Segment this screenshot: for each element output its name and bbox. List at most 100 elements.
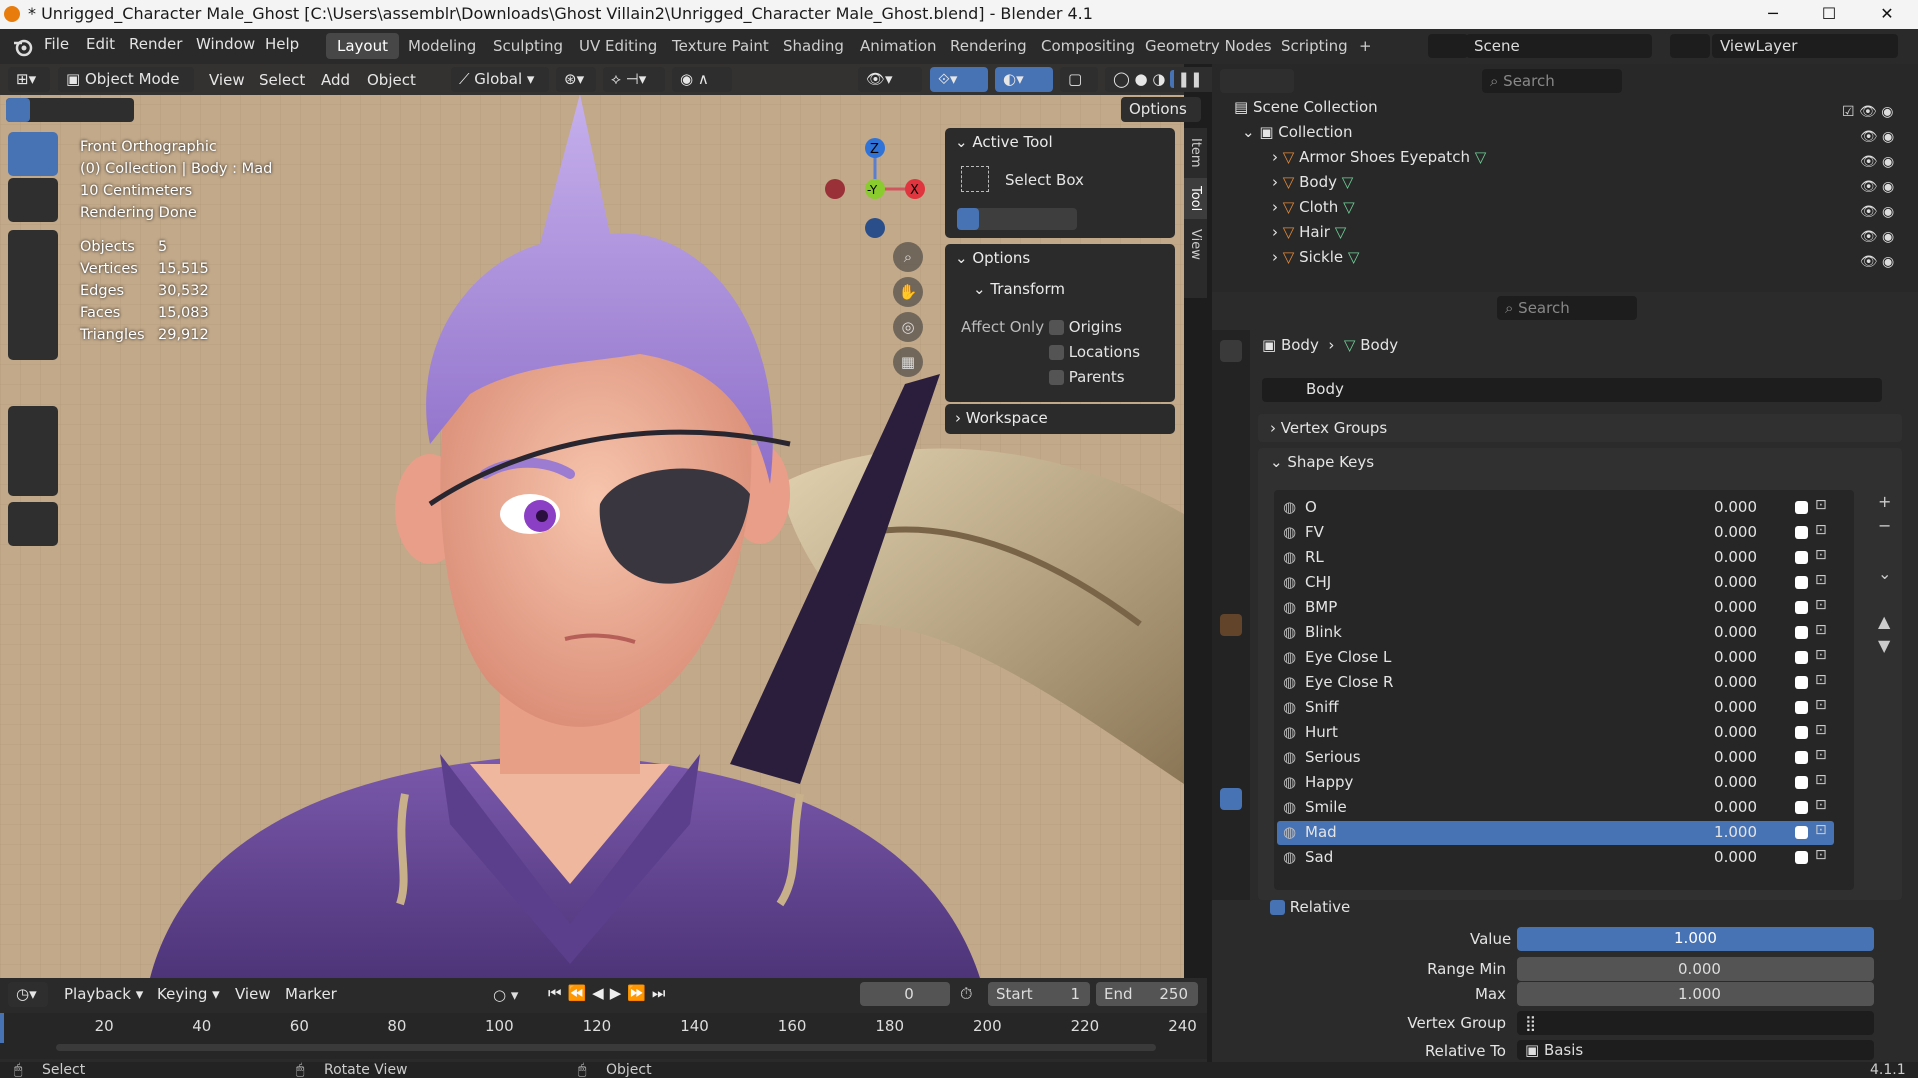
pause-render-button[interactable]: ❚❚ xyxy=(1174,67,1206,92)
view-layer-icon[interactable] xyxy=(1670,34,1710,58)
lock-icon[interactable]: ⊡ xyxy=(1815,522,1827,538)
shape-key-mute-checkbox[interactable] xyxy=(1795,851,1808,864)
lock-icon[interactable]: ⊡ xyxy=(1815,847,1827,863)
outliner-item-cloth[interactable]: › ▽ Cloth ▽ xyxy=(1272,198,1355,216)
shape-key-value[interactable]: 0.000 xyxy=(1697,848,1757,866)
playhead[interactable] xyxy=(0,1013,4,1043)
mesh-data-tab-icon[interactable] xyxy=(1220,788,1242,810)
shape-key-value[interactable]: 1.000 xyxy=(1697,823,1757,841)
collection-tab-icon[interactable] xyxy=(1220,570,1242,592)
relative-to-field[interactable]: ▣ Basis xyxy=(1517,1040,1874,1060)
shape-key-value[interactable]: 0.000 xyxy=(1697,673,1757,691)
parents-checkbox[interactable]: Parents xyxy=(1049,368,1125,386)
tool-mode-buttons[interactable] xyxy=(957,208,1077,230)
particles-tab-icon[interactable] xyxy=(1220,684,1242,706)
tool-tab-icon[interactable] xyxy=(1220,340,1242,362)
texture-tab-icon[interactable] xyxy=(1220,858,1242,880)
scene-field[interactable]: Scene xyxy=(1466,34,1652,58)
shape-key-value[interactable]: 0.000 xyxy=(1697,773,1757,791)
menu-add[interactable]: Add xyxy=(321,71,350,89)
lock-icon[interactable]: ⊡ xyxy=(1815,772,1827,788)
visibility-toggles[interactable]: ☑ 👁 ◉ 👁 ◉ 👁 ◉ 👁 ◉ 👁 ◉ 👁 ◉ 👁 ◉ xyxy=(1842,100,1894,275)
menu-timeline-view[interactable]: View xyxy=(235,985,271,1003)
camera-view-icon[interactable]: ◎ xyxy=(893,312,923,342)
playback-controls[interactable]: ⏮⏪◀▶⏩⏭ xyxy=(548,984,671,1002)
tab-compositing[interactable]: Compositing xyxy=(1030,33,1146,59)
max-field[interactable]: 1.000 xyxy=(1517,982,1874,1006)
options-dropdown[interactable]: Options ▾ xyxy=(1121,97,1201,143)
tab-scripting[interactable]: Scripting xyxy=(1270,33,1359,59)
menu-help[interactable]: Help xyxy=(265,35,299,53)
outliner-display-mode[interactable] xyxy=(1220,69,1294,93)
shape-key-value[interactable]: 0.000 xyxy=(1697,523,1757,541)
orientation-dropdown[interactable]: ⟋ Global ▾ xyxy=(451,67,549,92)
shape-key-value[interactable]: 0.000 xyxy=(1697,623,1757,641)
shape-key-value[interactable]: 0.000 xyxy=(1697,698,1757,716)
tab-texture-paint[interactable]: Texture Paint xyxy=(661,33,780,59)
vertex-groups-panel[interactable]: › Vertex Groups xyxy=(1258,414,1902,442)
shape-key-value[interactable]: 0.000 xyxy=(1697,573,1757,591)
options-header[interactable]: ⌄ Options xyxy=(955,249,1030,267)
material-tab-icon[interactable] xyxy=(1220,822,1242,844)
lock-icon[interactable]: ⊡ xyxy=(1815,572,1827,588)
gizmo-toggle[interactable]: ⟐▾ xyxy=(930,67,988,92)
modifier-tab-icon[interactable] xyxy=(1220,648,1242,670)
editor-type-button[interactable]: ⊞▾ xyxy=(8,67,50,92)
shape-key-mute-checkbox[interactable] xyxy=(1795,626,1808,639)
close-button[interactable]: ✕ xyxy=(1864,0,1910,29)
stopwatch-icon[interactable]: ⏱ xyxy=(960,984,972,1004)
shape-key-row[interactable]: ◍ Smile 0.000 ⊡ xyxy=(1277,796,1834,820)
shape-keys-header[interactable]: ⌄ Shape Keys xyxy=(1270,453,1374,471)
current-frame-field[interactable]: 0 xyxy=(860,982,950,1006)
menu-object[interactable]: Object xyxy=(367,71,416,89)
tab-view[interactable]: View xyxy=(1184,219,1207,270)
mode-dropdown[interactable]: ▣ Object Mode ▾ xyxy=(58,67,194,113)
shape-key-value[interactable]: 0.000 xyxy=(1697,748,1757,766)
shape-key-mute-checkbox[interactable] xyxy=(1795,751,1808,764)
lock-icon[interactable]: ⊡ xyxy=(1815,647,1827,663)
render-tab-icon[interactable] xyxy=(1220,384,1242,406)
shape-key-value[interactable]: 0.000 xyxy=(1697,498,1757,516)
minimize-button[interactable]: ─ xyxy=(1750,0,1796,29)
maximize-button[interactable]: ☐ xyxy=(1806,0,1852,29)
shape-key-mute-checkbox[interactable] xyxy=(1795,676,1808,689)
outliner-item-sickle[interactable]: › ▽ Sickle ▽ xyxy=(1272,248,1359,266)
object-tab-icon[interactable] xyxy=(1220,614,1242,636)
blender-menu-icon[interactable] xyxy=(12,37,34,57)
menu-marker[interactable]: Marker xyxy=(285,985,337,1003)
snap-dropdown[interactable]: ⟡ ⊣▾ xyxy=(603,67,665,92)
range-min-field[interactable]: 0.000 xyxy=(1517,957,1874,981)
shape-key-mute-checkbox[interactable] xyxy=(1795,701,1808,714)
shape-key-mute-checkbox[interactable] xyxy=(1795,576,1808,589)
lock-icon[interactable]: ⊡ xyxy=(1815,822,1827,838)
shape-key-row[interactable]: ◍ Blink 0.000 ⊡ xyxy=(1277,621,1834,645)
annotate-measure-tools[interactable] xyxy=(8,406,58,496)
menu-playback[interactable]: Playback ▾ xyxy=(64,985,143,1003)
timeline-scrollbar[interactable] xyxy=(56,1044,1156,1051)
selection-mode-buttons[interactable] xyxy=(6,98,134,122)
relative-checkbox[interactable]: Relative xyxy=(1270,898,1350,916)
shape-key-value[interactable]: 0.000 xyxy=(1697,648,1757,666)
xray-toggle[interactable]: ▢ xyxy=(1060,67,1098,92)
overlay-toggle[interactable]: ◐▾ xyxy=(995,67,1053,92)
view-layer-field[interactable]: ViewLayer xyxy=(1712,34,1898,58)
shape-key-row[interactable]: ◍ RL 0.000 ⊡ xyxy=(1277,546,1834,570)
menu-edit[interactable]: Edit xyxy=(86,35,115,53)
tab-uv-editing[interactable]: UV Editing xyxy=(568,33,668,59)
shape-key-row[interactable]: ◍ Happy 0.000 ⊡ xyxy=(1277,771,1834,795)
ortho-grid-icon[interactable]: ▦ xyxy=(893,347,923,377)
lock-icon[interactable]: ⊡ xyxy=(1815,622,1827,638)
menu-keying[interactable]: Keying ▾ xyxy=(157,985,220,1003)
shape-key-mute-checkbox[interactable] xyxy=(1795,551,1808,564)
tab-animation[interactable]: Animation xyxy=(849,33,947,59)
tab-geometry-nodes[interactable]: Geometry Nodes xyxy=(1134,33,1283,59)
outliner-item-body[interactable]: › ▽ Body ▽ xyxy=(1272,173,1353,191)
tab-item[interactable]: Item xyxy=(1184,128,1207,178)
physics-tab-icon[interactable] xyxy=(1220,718,1242,740)
timeline-editor-type[interactable]: ◷▾ xyxy=(8,982,48,1007)
outliner-item-armor[interactable]: › ▽ Armor Shoes Eyepatch ▽ xyxy=(1272,148,1486,166)
workspace-panel[interactable]: › Workspace xyxy=(945,404,1175,434)
shape-key-row[interactable]: ◍ Sniff 0.000 ⊡ xyxy=(1277,696,1834,720)
pan-hand-icon[interactable]: ✋ xyxy=(893,277,923,307)
shape-key-row[interactable]: ◍ BMP 0.000 ⊡ xyxy=(1277,596,1834,620)
